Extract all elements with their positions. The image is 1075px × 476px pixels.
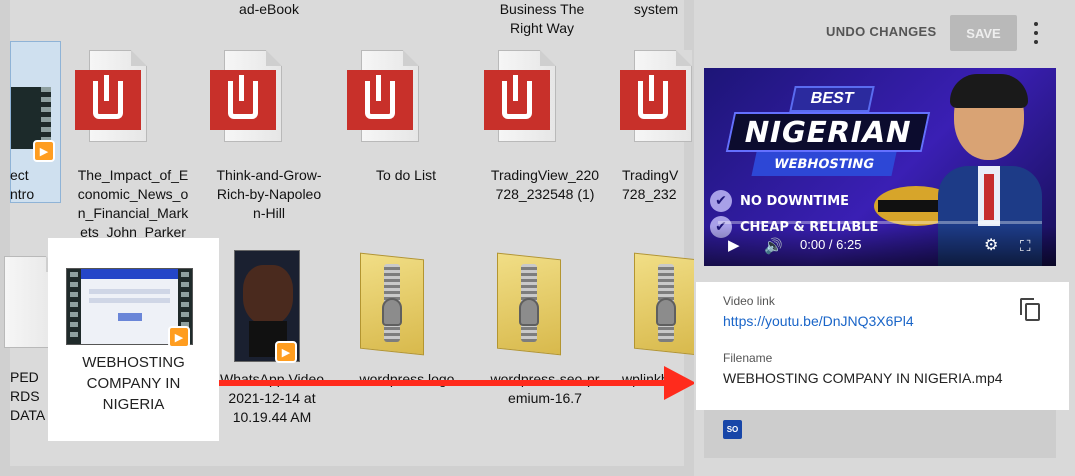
video-link[interactable]: https://youtu.be/DnJNQ3X6Pl4	[723, 313, 914, 329]
file-label: system	[633, 1, 679, 17]
thumb-title-text: NIGERIAN	[725, 112, 931, 152]
video-link-label: Video link	[723, 294, 775, 308]
pdf-file-icon	[75, 50, 147, 142]
pdf-file-icon	[484, 50, 556, 142]
file-item-system[interactable]: system	[625, 0, 687, 19]
thumb-feature-text: NO DOWNTIME	[740, 193, 850, 209]
thumb-subtitle-text: WEBHOSTING	[751, 152, 897, 176]
file-item-tradingview-2[interactable]: TradingV 728_232	[622, 166, 686, 204]
annotation-arrow-head	[664, 366, 696, 400]
file-label: ect ntro	[10, 167, 35, 202]
file-item-ped[interactable]: PED RDS DATA	[10, 368, 50, 425]
file-label: TradingV 728_232	[622, 167, 679, 202]
file-label: wordpress-seo-pr emium-16.7	[490, 371, 600, 406]
play-badge-icon: ▶	[275, 341, 297, 363]
video-thumbnail: ▶	[234, 250, 300, 363]
video-progress-bar[interactable]	[718, 221, 1042, 224]
copy-icon[interactable]	[1020, 298, 1042, 322]
pdf-file-icon	[210, 50, 282, 142]
file-item-whatsapp-video[interactable]: WhatsApp Video 2021-12-14 at 10.19.44 AM	[212, 370, 332, 427]
file-label: ad-eBook	[239, 1, 299, 17]
file-item-webhosting-selected[interactable]: ▶ WEBHOSTING COMPANY IN NIGERIA	[48, 238, 219, 441]
file-label: The_Impact_of_E conomic_News_o n_Financi…	[77, 167, 189, 240]
annotation-arrow-line	[219, 380, 674, 386]
undo-changes-button[interactable]: UNDO CHANGES	[826, 24, 937, 39]
filename-label: Filename	[723, 351, 773, 365]
file-label: To do List	[376, 167, 436, 183]
so-badge: SO	[723, 420, 742, 439]
play-badge-icon: ▶	[33, 140, 55, 162]
file-item-think-and-grow[interactable]: Think-and-Grow- Rich-by-Napoleo n-Hill	[205, 166, 333, 223]
volume-icon[interactable]: 🔊	[764, 237, 783, 255]
file-label: TradingView_220 728_232548 (1)	[490, 167, 600, 202]
file-item-tradingview-1[interactable]: TradingView_220 728_232548 (1)	[482, 166, 608, 204]
file-label: Think-and-Grow- Rich-by-Napoleo n-Hill	[216, 167, 322, 221]
video-player[interactable]: BEST NIGERIAN WEBHOSTING ✔ NO DOWNTIME ✔…	[704, 68, 1056, 266]
thumb-feature-1: ✔ NO DOWNTIME	[710, 190, 849, 212]
play-icon[interactable]: ▶	[728, 236, 740, 254]
video-time: 0:00 / 6:25	[800, 237, 862, 252]
file-item-ect[interactable]: ect ntro	[10, 166, 50, 204]
file-label: WEBHOSTING COMPANY IN NIGERIA	[82, 354, 185, 413]
video-details-card: Video link https://youtu.be/DnJNQ3X6Pl4 …	[696, 282, 1069, 410]
file-label: Business The Right Way	[499, 1, 585, 36]
file-item-impact[interactable]: The_Impact_of_E conomic_News_o n_Financi…	[73, 166, 193, 242]
fullscreen-icon[interactable]: ⛶	[1020, 238, 1031, 255]
pdf-file-icon	[620, 50, 692, 142]
settings-gear-icon[interactable]: ⚙	[984, 235, 998, 255]
file-label: PED RDS DATA	[10, 369, 46, 423]
save-button[interactable]: SAVE	[950, 15, 1017, 51]
more-options-icon[interactable]	[1028, 20, 1044, 46]
pdf-file-icon	[347, 50, 419, 142]
file-item-wordpress-seo[interactable]: wordpress-seo-pr emium-16.7	[482, 370, 608, 408]
file-item-business[interactable]: Business The Right Way	[486, 0, 598, 38]
zip-folder-icon	[628, 252, 704, 356]
file-item-ebook[interactable]: ad-eBook	[229, 0, 309, 19]
play-badge-icon: ▶	[168, 326, 190, 348]
zip-folder-icon	[491, 252, 567, 356]
panel-lower-section	[704, 410, 1056, 458]
thumb-best-text: BEST	[789, 86, 875, 112]
check-icon: ✔	[710, 190, 732, 212]
file-item-todo[interactable]: To do List	[350, 166, 462, 185]
zip-folder-icon	[354, 252, 430, 356]
file-label: WhatsApp Video 2021-12-14 at 10.19.44 AM	[219, 371, 325, 425]
player-controls	[704, 226, 1056, 266]
filename-value: WEBHOSTING COMPANY IN NIGERIA.mp4	[723, 370, 1003, 386]
